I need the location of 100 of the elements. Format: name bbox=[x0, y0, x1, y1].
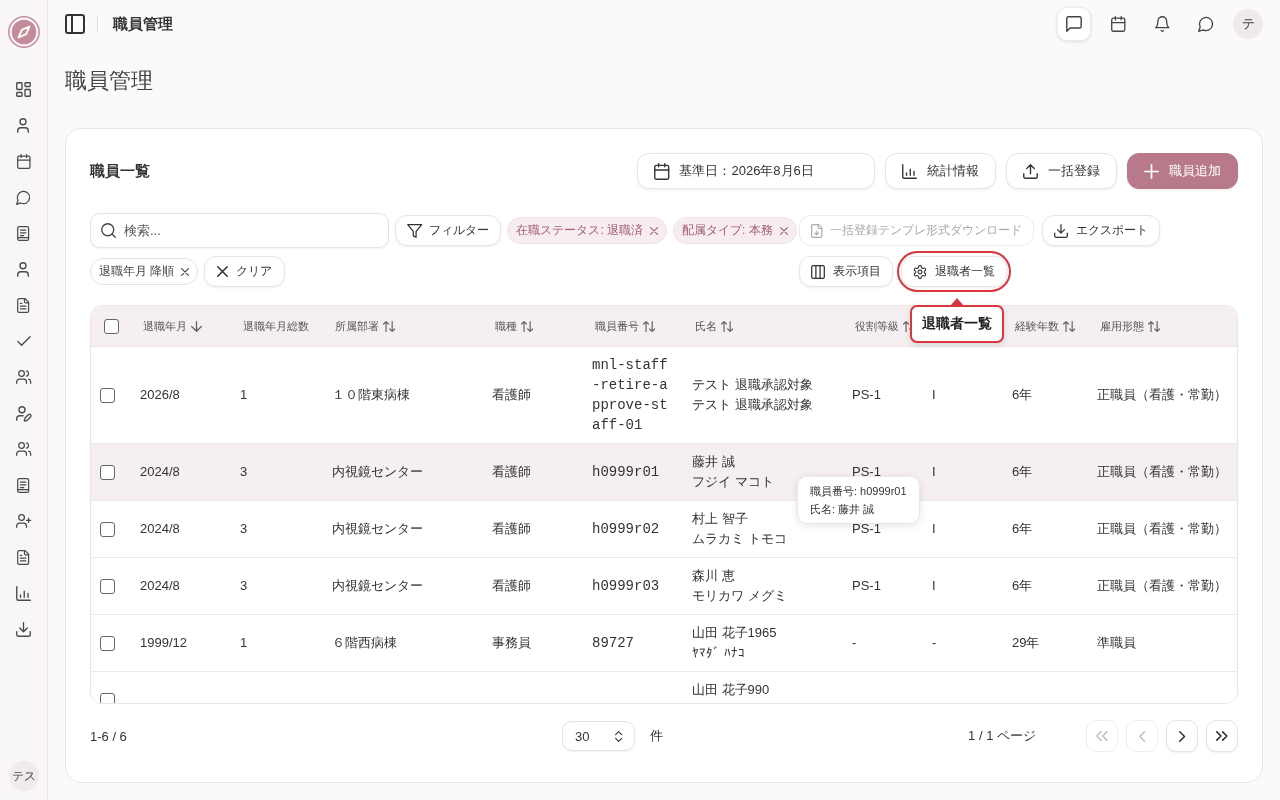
sort-arrows-icon[interactable] bbox=[521, 320, 534, 332]
sort-chip[interactable]: 退職年月 降順 bbox=[90, 258, 199, 285]
staff-name-kana: モリカワ メグミ bbox=[692, 587, 787, 605]
retirement-month-cell-text: 2024/8 bbox=[140, 520, 180, 538]
department-cell-text: １０階東病棟 bbox=[332, 386, 410, 404]
job-type-cell-text: 看護師 bbox=[492, 520, 531, 538]
column-header[interactable]: 職員番号 bbox=[595, 318, 656, 334]
staff-name: 村上 智子 bbox=[692, 510, 748, 528]
month-total-cell-text: 1 bbox=[240, 386, 248, 404]
chat-bubble-icon[interactable] bbox=[16, 189, 31, 205]
filter-chip[interactable]: 配属タイプ: 本務 bbox=[673, 217, 797, 244]
bar-chart-icon bbox=[902, 163, 917, 179]
experience-cell-text: 6年 bbox=[1012, 520, 1033, 538]
close-icon bbox=[217, 266, 229, 277]
sort-arrows-icon[interactable] bbox=[383, 320, 396, 332]
search-field[interactable]: 検索... bbox=[90, 213, 389, 248]
bell-icon[interactable] bbox=[1154, 16, 1170, 32]
row-checkbox[interactable] bbox=[100, 464, 115, 480]
base-date-button[interactable]: 基準日：2026年8月6日 bbox=[637, 153, 875, 189]
user-icon[interactable] bbox=[17, 117, 30, 133]
row-checkbox[interactable] bbox=[100, 692, 115, 703]
notebook-icon[interactable] bbox=[17, 225, 30, 241]
remove-icon[interactable] bbox=[181, 267, 190, 276]
staff-number-cell-text: mnl-staff-retire-approve-staff-01 bbox=[592, 356, 669, 435]
row-checkbox[interactable] bbox=[100, 578, 115, 594]
role-grade-cell-text: PS-1 bbox=[852, 463, 881, 481]
employment-type-cell-text: 準職員 bbox=[1097, 634, 1136, 652]
column-header[interactable]: 退職年月総数 bbox=[243, 318, 309, 334]
calendar-icon[interactable] bbox=[1110, 16, 1126, 32]
users-icon[interactable] bbox=[15, 370, 32, 384]
bulk-register-button[interactable]: 一括登録 bbox=[1006, 153, 1117, 189]
column-header[interactable]: 雇用形態 bbox=[1100, 318, 1161, 334]
clear-button[interactable]: クリア bbox=[204, 256, 286, 287]
user-icon[interactable] bbox=[17, 261, 30, 277]
plus-icon bbox=[1144, 163, 1159, 179]
row-checkbox[interactable] bbox=[100, 387, 115, 403]
filter-chip[interactable]: 在職ステータス: 退職済 bbox=[507, 217, 668, 244]
grade-cell-text: I bbox=[932, 463, 936, 481]
employment-type-cell-text: 正職員（看護・常勤） bbox=[1097, 463, 1227, 481]
month-total-cell-text: 3 bbox=[240, 577, 248, 595]
remove-icon[interactable] bbox=[779, 226, 788, 235]
notebook-icon[interactable] bbox=[17, 477, 30, 493]
stats-button[interactable]: 統計情報 bbox=[885, 153, 996, 189]
dashboard-icon[interactable] bbox=[16, 81, 31, 97]
calendar-icon[interactable] bbox=[16, 153, 31, 169]
card-title: 職員一覧 bbox=[90, 161, 150, 181]
column-header[interactable]: 所属部署 bbox=[335, 318, 396, 334]
download-icon[interactable] bbox=[16, 621, 31, 637]
role-grade-cell-text: PS-1 bbox=[852, 577, 881, 595]
sort-arrows-icon[interactable] bbox=[643, 320, 656, 332]
staff-name-kana: ムラカミ トモコ bbox=[692, 530, 787, 548]
column-header[interactable]: 退職年月 bbox=[143, 318, 202, 334]
column-header[interactable]: 氏名 bbox=[695, 318, 734, 334]
role-grade-cell-text: PS-1 bbox=[852, 386, 881, 404]
remove-icon[interactable] bbox=[650, 226, 659, 235]
row-checkbox[interactable] bbox=[100, 521, 115, 537]
page-size-select[interactable]: 30 bbox=[562, 721, 635, 751]
grade-cell-text: I bbox=[932, 520, 936, 538]
sort-arrows-icon[interactable] bbox=[1063, 320, 1076, 332]
column-header[interactable]: 職種 bbox=[495, 318, 534, 334]
experience-cell-text: 29年 bbox=[1012, 634, 1040, 652]
column-header[interactable]: 経験年数 bbox=[1015, 318, 1076, 334]
sidebar-toggle-icon[interactable] bbox=[65, 14, 85, 34]
staff-name-kana: フジイ マコト bbox=[692, 473, 774, 491]
row-checkbox[interactable] bbox=[100, 635, 115, 651]
month-total-cell-text: 1 bbox=[240, 634, 248, 652]
file-download-icon bbox=[811, 223, 823, 238]
filter-button[interactable]: フィルター bbox=[395, 215, 502, 246]
export-button[interactable]: エクスポート bbox=[1042, 215, 1161, 246]
user-edit-icon[interactable] bbox=[16, 405, 31, 421]
header-action-button[interactable] bbox=[1057, 7, 1091, 41]
employment-type-cell-text: 正職員（看護・常勤） bbox=[1097, 577, 1227, 595]
columns-button[interactable]: 表示項目 bbox=[799, 256, 893, 287]
search-icon bbox=[101, 223, 116, 238]
employment-type-cell-text: 正職員（看護・常勤） bbox=[1097, 520, 1227, 538]
calendar-icon bbox=[654, 162, 670, 180]
next-page-button[interactable] bbox=[1166, 720, 1198, 752]
user-avatar[interactable]: テス bbox=[8, 761, 39, 791]
last-page-button[interactable] bbox=[1206, 720, 1238, 752]
chat-bubble-icon[interactable] bbox=[1198, 16, 1214, 32]
callout-tooltip: 退職者一覧 bbox=[910, 298, 1004, 343]
result-range: 1-6 / 6 bbox=[90, 728, 127, 744]
user-plus-icon[interactable] bbox=[15, 514, 32, 528]
select-all-checkbox[interactable] bbox=[104, 318, 119, 334]
users-icon[interactable] bbox=[15, 442, 32, 456]
staff-number-cell-text: h0999r01 bbox=[592, 463, 660, 482]
bar-chart-icon[interactable] bbox=[16, 585, 31, 601]
retired-list-button[interactable]: 退職者一覧 bbox=[901, 256, 1007, 287]
check-icon[interactable] bbox=[16, 336, 31, 346]
employment-type-cell-text: 正職員（看護・常勤） bbox=[1097, 386, 1227, 404]
document-icon[interactable] bbox=[17, 297, 30, 313]
department-cell-text: ６階西病棟 bbox=[332, 634, 397, 652]
staff-name: 森川 恵 bbox=[692, 567, 735, 585]
upload-icon bbox=[1023, 163, 1038, 179]
compass-logo-icon[interactable] bbox=[7, 16, 40, 48]
sort-arrows-icon[interactable] bbox=[721, 320, 734, 332]
document-icon[interactable] bbox=[17, 549, 30, 565]
sort-down-icon[interactable] bbox=[191, 320, 202, 332]
sort-arrows-icon[interactable] bbox=[1148, 320, 1161, 332]
user-avatar[interactable]: テ bbox=[1233, 9, 1263, 39]
